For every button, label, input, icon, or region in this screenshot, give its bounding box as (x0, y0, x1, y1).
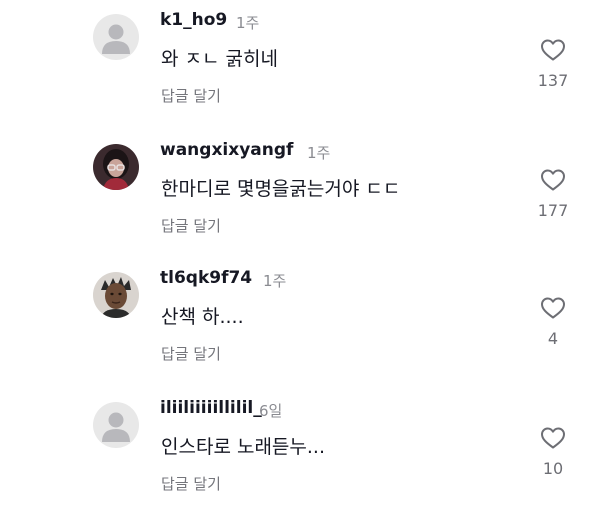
heart-icon[interactable] (540, 296, 566, 320)
comment-username[interactable]: wangxixyangf (160, 140, 293, 160)
reply-button[interactable]: 답글 달기 (161, 85, 221, 106)
reply-button[interactable]: 답글 달기 (161, 215, 221, 236)
heart-icon[interactable] (540, 426, 566, 450)
comment-text: 한마디로 몇명을굵는거야 ㄷㄷ (161, 178, 401, 200)
comment-item: iliiliiiiillilil_ 6일 인스타로 노래듣누... 답글 달기 … (0, 388, 599, 508)
comment-time: 1주 (307, 144, 331, 162)
comment-item: wangxixyangf 1주 한마디로 몇명을굵는거야 ㄷㄷ 답글 달기 17… (0, 130, 599, 250)
comment-time: 1주 (236, 14, 260, 32)
comment-item: tl6qk9f74 1주 산책 하.... 답글 달기 4 (0, 258, 599, 378)
like-count: 4 (547, 329, 559, 348)
comment-time: 1주 (263, 272, 287, 290)
like-count: 177 (537, 201, 569, 220)
user-avatar[interactable] (93, 272, 139, 318)
comment-username[interactable]: iliiliiiiillilil_ (160, 398, 262, 418)
comment-text: 인스타로 노래듣누... (161, 436, 325, 458)
heart-icon[interactable] (540, 38, 566, 62)
like-button[interactable]: 177 (530, 168, 576, 220)
default-avatar-icon[interactable] (93, 14, 139, 60)
like-count: 137 (537, 71, 569, 90)
like-button[interactable]: 137 (530, 38, 576, 90)
user-avatar[interactable] (93, 144, 139, 190)
reply-button[interactable]: 답글 달기 (161, 343, 221, 364)
comment-text: 와 ㅈㄴ 굵히네 (161, 48, 278, 70)
like-button[interactable]: 4 (530, 296, 576, 348)
default-avatar-icon[interactable] (93, 402, 139, 448)
heart-icon[interactable] (540, 168, 566, 192)
comment-item: k1_ho9 1주 와 ㅈㄴ 굵히네 답글 달기 137 (0, 0, 599, 120)
comment-username[interactable]: tl6qk9f74 (160, 268, 252, 288)
comment-username[interactable]: k1_ho9 (160, 10, 227, 30)
reply-button[interactable]: 답글 달기 (161, 473, 221, 494)
like-button[interactable]: 10 (530, 426, 576, 478)
like-count: 10 (542, 459, 564, 478)
comment-time: 6일 (259, 402, 283, 420)
comment-text: 산책 하.... (161, 306, 244, 328)
